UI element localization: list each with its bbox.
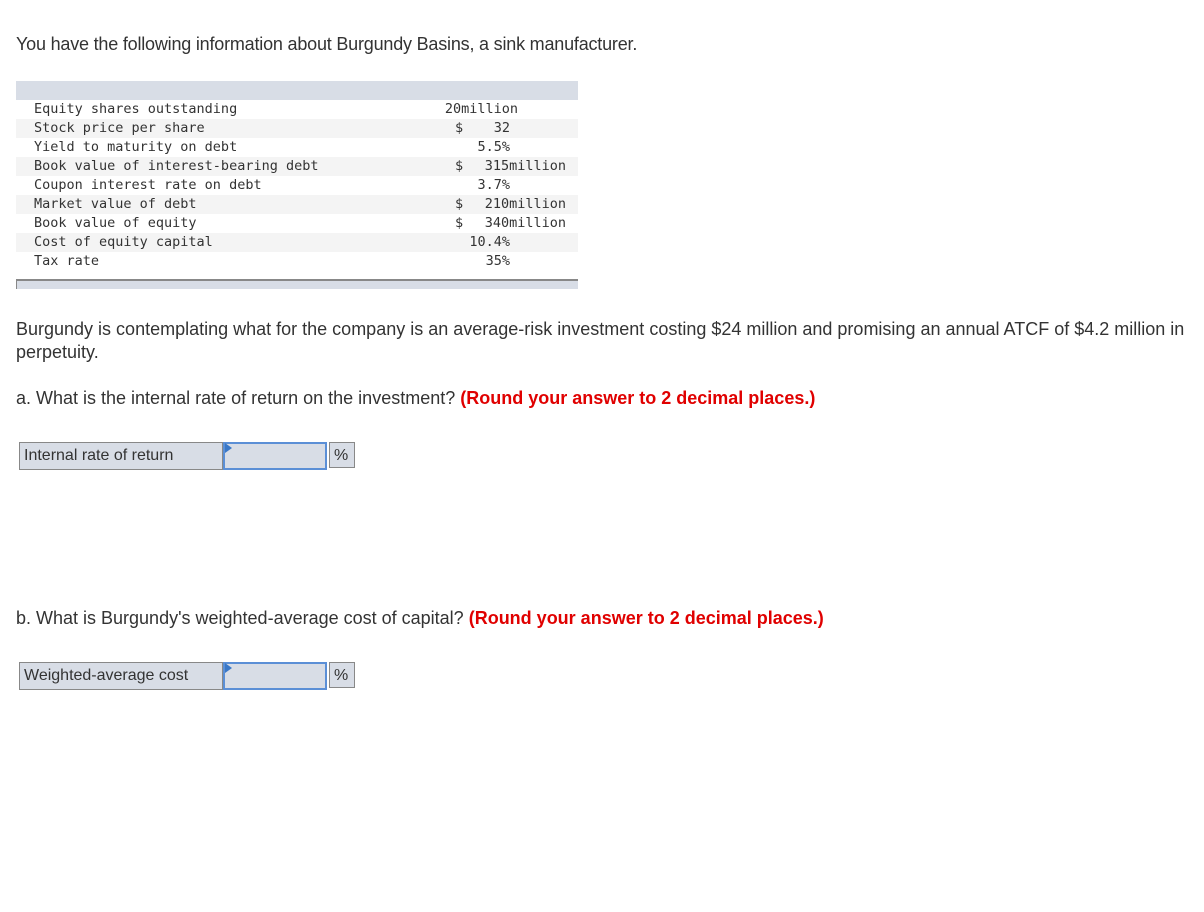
question-a: a. What is the internal rate of return o…	[16, 387, 815, 410]
row-currency: $	[455, 215, 464, 231]
value-unit: million	[509, 196, 566, 212]
question-a-text: a. What is the internal rate of return o…	[16, 388, 456, 408]
table-row: Stock price per share $ 32	[16, 119, 578, 138]
table-row: Cost of equity capital 10.4%	[16, 233, 578, 252]
table-footer	[16, 279, 578, 289]
row-label: Book value of interest-bearing debt	[34, 158, 319, 174]
intro-text: You have the following information about…	[16, 34, 638, 54]
row-value: 20million	[445, 100, 518, 119]
company-data-table: Equity shares outstanding 20million Stoc…	[16, 81, 578, 289]
value-number: 20	[444, 101, 462, 117]
answer-row-wacc: Weighted-average cost %	[19, 662, 355, 690]
row-value: 3.7%	[477, 177, 510, 193]
wacc-label: Weighted-average cost	[19, 662, 223, 690]
row-value: 210million	[485, 195, 566, 214]
row-currency: $	[455, 196, 464, 212]
table-row: Market value of debt $ 210million	[16, 195, 578, 214]
table-row: Coupon interest rate on debt 3.7%	[16, 176, 578, 195]
input-flag-icon	[225, 443, 232, 453]
row-label: Yield to maturity on debt	[34, 139, 238, 155]
row-label: Stock price per share	[34, 120, 205, 136]
table-row: Book value of interest-bearing debt $ 31…	[16, 157, 578, 176]
row-value: 10.4%	[469, 234, 510, 250]
value-unit: million	[461, 101, 518, 117]
scenario-text: Burgundy is contemplating what for the c…	[16, 319, 1185, 362]
question-b-text: b. What is Burgundy's weighted-average c…	[16, 608, 464, 628]
row-label: Tax rate	[34, 253, 100, 269]
row-label: Market value of debt	[34, 196, 197, 212]
row-label: Cost of equity capital	[34, 234, 213, 250]
row-label: Book value of equity	[34, 215, 197, 231]
table-header	[16, 81, 578, 100]
answer-row-irr: Internal rate of return %	[19, 442, 355, 470]
value-number: 315	[484, 158, 510, 174]
row-currency: $	[455, 120, 464, 136]
input-flag-icon	[225, 663, 232, 673]
percent-unit: %	[329, 442, 355, 468]
table-row: Book value of equity $ 340million	[16, 214, 578, 233]
row-value: 340million	[485, 214, 566, 233]
irr-label: Internal rate of return	[19, 442, 223, 470]
irr-input-wrapper	[223, 442, 327, 470]
table-row: Equity shares outstanding 20million	[16, 100, 578, 119]
wacc-input-wrapper	[223, 662, 327, 690]
table-row: Tax rate 35%	[16, 252, 578, 271]
question-a-instruction: (Round your answer to 2 decimal places.)	[460, 388, 816, 408]
question-b-instruction: (Round your answer to 2 decimal places.)	[468, 608, 824, 628]
percent-unit: %	[329, 662, 355, 688]
value-number: 210	[484, 196, 510, 212]
row-value: 315million	[485, 157, 566, 176]
row-value: 35%	[485, 253, 510, 269]
row-value: 5.5%	[477, 139, 510, 155]
table-row: Yield to maturity on debt 5.5%	[16, 138, 578, 157]
value-number: 340	[484, 215, 510, 231]
row-label: Coupon interest rate on debt	[34, 177, 262, 193]
irr-input[interactable]	[225, 444, 325, 468]
question-b: b. What is Burgundy's weighted-average c…	[16, 607, 824, 630]
row-value: 32	[493, 120, 510, 136]
value-unit: million	[509, 158, 566, 174]
value-unit: million	[509, 215, 566, 231]
wacc-input[interactable]	[225, 664, 325, 688]
row-currency: $	[455, 158, 464, 174]
row-label: Equity shares outstanding	[34, 101, 238, 117]
